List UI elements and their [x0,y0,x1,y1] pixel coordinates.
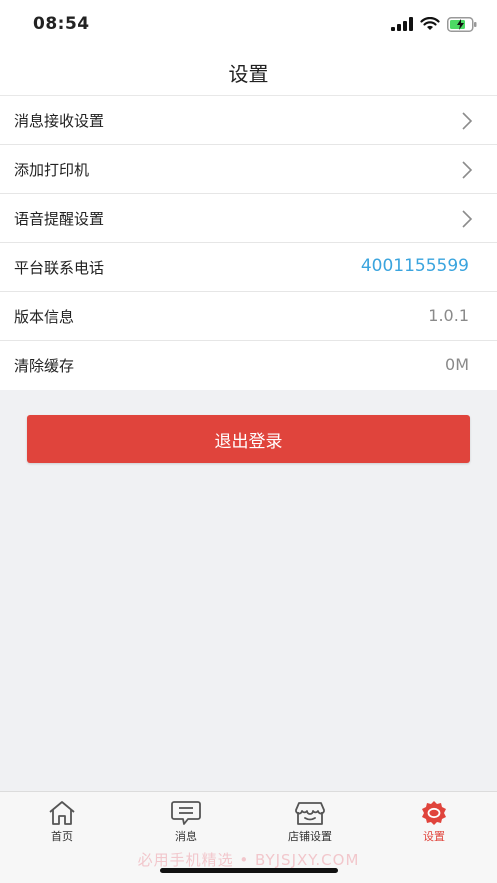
battery-charging-icon [447,16,477,32]
row-label: 消息接收设置 [14,112,105,130]
tab-home[interactable]: 首页 [12,800,112,844]
status-bar: 08:54 [0,0,497,48]
message-settings-row[interactable]: 消息接收设置 [0,96,497,145]
status-icons [391,15,477,33]
cache-size-value: 0M [445,355,469,374]
settings-list: 消息接收设置 添加打印机 语音提醒设置 平台联系电话 4001155599 版本… [0,96,497,390]
clear-cache-row[interactable]: 清除缓存 0M [0,341,497,390]
wifi-icon [420,17,440,30]
version-info-row: 版本信息 1.0.1 [0,292,497,341]
store-icon [295,802,325,825]
voice-reminder-row[interactable]: 语音提醒设置 [0,194,497,243]
tab-label: 消息 [175,830,197,843]
platform-phone-row: 平台联系电话 4001155599 [0,243,497,292]
page-title: 设置 [228,62,269,86]
tab-label: 设置 [423,830,445,843]
chevron-right-icon [462,210,473,228]
row-label: 版本信息 [14,308,75,326]
tab-label: 首页 [51,830,73,843]
add-printer-row[interactable]: 添加打印机 [0,145,497,194]
chevron-right-icon [462,112,473,130]
row-label: 清除缓存 [14,357,75,375]
tab-messages[interactable]: 消息 [136,800,236,844]
tab-store-settings[interactable]: 店铺设置 [260,800,360,844]
row-label: 语音提醒设置 [14,210,105,228]
version-value: 1.0.1 [428,306,469,325]
tab-label: 店铺设置 [288,830,332,843]
status-time: 08:54 [33,14,90,34]
tab-settings[interactable]: 设置 [384,800,484,844]
home-indicator [160,868,338,873]
watermark: 必用手机精选 • BYJSJXY.COM [137,851,360,869]
chevron-right-icon [462,161,473,179]
row-label: 添加打印机 [14,161,90,179]
row-label: 平台联系电话 [14,259,105,277]
logout-button[interactable]: 退出登录 [27,415,470,463]
nav-bar: 设置 [0,48,497,96]
platform-phone-link[interactable]: 4001155599 [361,256,469,276]
settings-icon [422,801,446,825]
home-icon [49,801,75,825]
message-icon [171,801,201,825]
cellular-signal-icon [391,17,413,31]
